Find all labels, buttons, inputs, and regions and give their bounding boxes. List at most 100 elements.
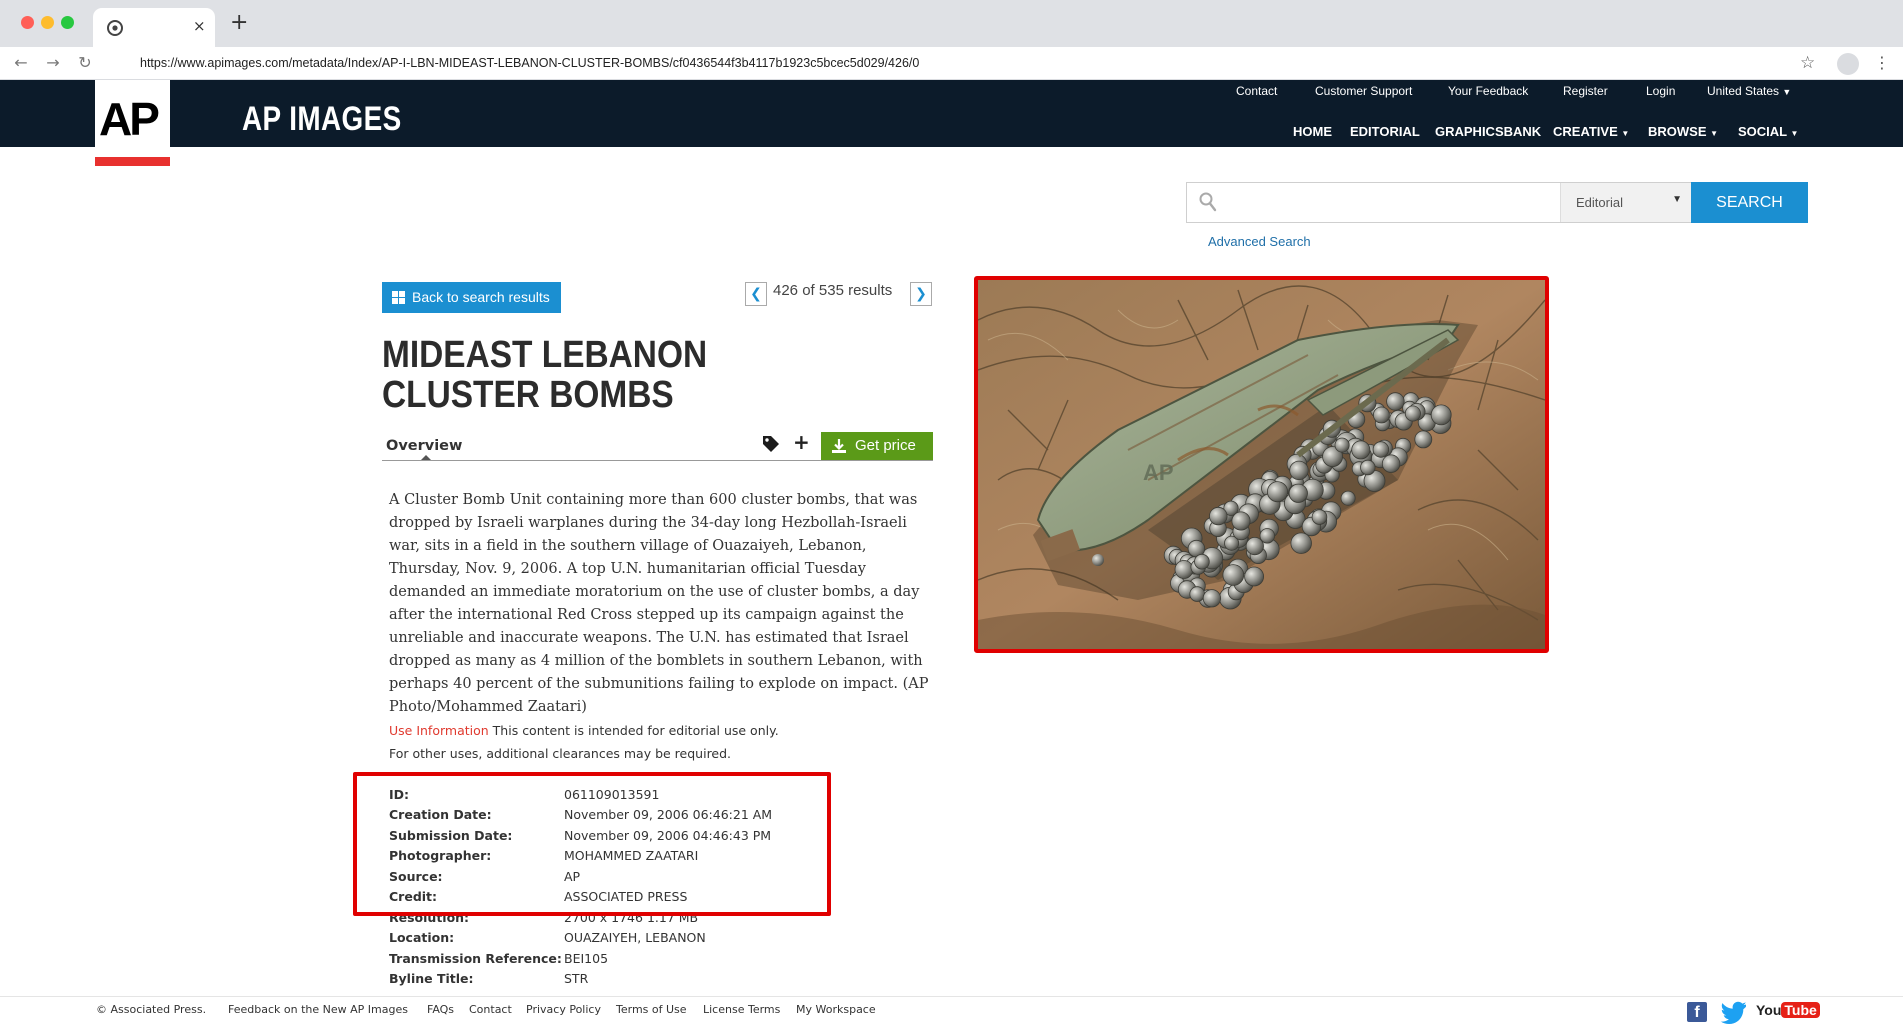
search-input[interactable] [1229,189,1529,216]
top-link-login[interactable]: Login [1646,84,1675,98]
metadata-label: Location: [389,930,455,945]
search-icon [1199,192,1217,212]
metadata-value: 2700 x 1746 1.17 MB [564,910,699,925]
result-total: 535 [818,282,844,299]
metadata-value: 061109013591 [564,787,660,802]
bomblet [1360,459,1376,476]
chevron-down-icon: ▼ [1710,129,1719,138]
bookmark-star-icon[interactable]: ☆ [1800,54,1815,72]
bomblet [1372,406,1390,424]
top-link-register[interactable]: Register [1563,84,1608,98]
browser-tab[interactable]: × [93,8,215,47]
tab-overview[interactable]: Overview [386,438,462,454]
url-field[interactable]: https://www.apimages.com/metadata/Index/… [110,51,1790,76]
profile-avatar-icon[interactable] [1837,53,1859,75]
bomblet [1222,564,1245,586]
bomblet [1245,536,1264,556]
footer-link-feedback[interactable]: Feedback on the New AP Images [228,1003,408,1016]
bomblet [1290,532,1312,554]
chrome-icon [107,20,123,36]
nav-home[interactable]: HOME [1293,124,1332,139]
nav-editorial[interactable]: EDITORIAL [1350,124,1420,139]
country-selector[interactable]: United States ▼ [1707,84,1791,98]
use-information-text: This content is intended for editorial u… [492,723,779,738]
bomblet [1414,430,1433,449]
search-button[interactable]: SEARCH [1691,182,1808,223]
bomblet [1311,509,1328,525]
nav-graphicsbank[interactable]: GRAPHICSBANK [1435,124,1541,139]
bomblet [1334,437,1350,453]
page-title: MIDEAST LEBANON CLUSTER BOMBS [382,334,708,416]
browser-menu-icon[interactable]: ⋮ [1874,53,1890,73]
bomblet [1266,481,1288,503]
bomblet [1404,405,1421,422]
footer-link-privacy[interactable]: Privacy Policy [526,1003,601,1016]
reload-icon[interactable]: ↻ [76,54,94,72]
forward-arrow-icon[interactable]: → [44,54,62,72]
new-tab-button[interactable]: + [230,12,248,34]
url-text[interactable]: https://www.apimages.com/metadata/Index/… [140,56,919,70]
close-window-button[interactable] [21,16,34,29]
metadata-label: Resolution: [389,910,470,925]
metadata-label: Source: [389,869,443,884]
footer-link-license[interactable]: License Terms [703,1003,780,1016]
country-label: United States [1707,84,1780,98]
collection-select[interactable]: Editorial ▼ [1560,183,1691,222]
bomblet [1209,506,1228,526]
bomblet [1194,553,1210,570]
next-result-button[interactable]: ❯ [910,282,932,306]
top-link-customer-support[interactable]: Customer Support [1315,84,1412,98]
nav-creative[interactable]: CREATIVE ▼ [1553,124,1629,139]
caret-down-icon: ▼ [1672,194,1682,205]
top-link-contact[interactable]: Contact [1236,84,1277,98]
ap-logo-bar [95,157,170,166]
use-information-text-2: For other uses, additional clearances ma… [389,746,732,761]
browser-tabbar: × + [0,0,1903,47]
ap-logo[interactable]: AP [95,80,170,166]
get-price-label: Get price [855,437,916,454]
bomblet [1174,560,1194,579]
footer-link-workspace[interactable]: My Workspace [796,1003,876,1016]
add-to-lightbox-icon[interactable]: + [793,430,810,454]
back-to-results-button[interactable]: Back to search results [382,282,561,313]
metadata-label: Credit: [389,889,438,904]
photo-preview[interactable]: AP [974,276,1549,653]
footer-divider [0,996,1903,997]
search-bar: Editorial ▼ SEARCH [1186,182,1808,223]
cluster-bomb-photo: AP [978,280,1545,649]
site-name[interactable]: AP IMAGES [242,100,402,139]
nav-browse[interactable]: BROWSE ▼ [1648,124,1718,139]
result-word: results [848,282,893,299]
facebook-icon[interactable]: f [1687,1002,1707,1022]
grid-icon [392,291,405,304]
footer-link-terms[interactable]: Terms of Use [616,1003,687,1016]
youtube-icon[interactable]: You Tube [1756,1002,1820,1018]
result-of: of [802,282,815,299]
metadata-label: Creation Date: [389,807,492,822]
chevron-down-icon: ▼ [1782,87,1792,97]
twitter-icon[interactable] [1720,1000,1746,1024]
top-link-feedback[interactable]: Your Feedback [1448,84,1528,98]
maximize-window-button[interactable] [61,16,74,29]
metadata-value: OUAZAIYEH, LEBANON [564,930,706,945]
footer-copyright: © Associated Press. [96,1003,207,1016]
back-to-results-label: Back to search results [412,289,550,305]
use-information-link[interactable]: Use Information [389,723,489,738]
advanced-search-link[interactable]: Advanced Search [1208,234,1311,249]
nav-social[interactable]: SOCIAL ▼ [1738,124,1798,139]
bomblet [1289,460,1309,481]
minimize-window-button[interactable] [41,16,54,29]
address-bar: ← → ↻ https://www.apimages.com/metadata/… [0,47,1903,80]
chevron-down-icon: ▼ [1790,129,1799,138]
footer-link-contact[interactable]: Contact [469,1003,512,1016]
tag-icon[interactable] [762,435,780,453]
get-price-button[interactable]: Get price [821,432,933,460]
previous-result-button[interactable]: ❮ [745,282,767,306]
youtube-tube: Tube [1781,1002,1820,1018]
tab-close-icon[interactable]: × [193,17,206,35]
footer-link-faqs[interactable]: FAQs [427,1003,454,1016]
metadata-label: Byline Title: [389,971,474,986]
back-arrow-icon[interactable]: ← [12,54,30,72]
result-current: 426 [773,282,799,299]
metadata-value: November 09, 2006 04:46:43 PM [564,828,772,843]
